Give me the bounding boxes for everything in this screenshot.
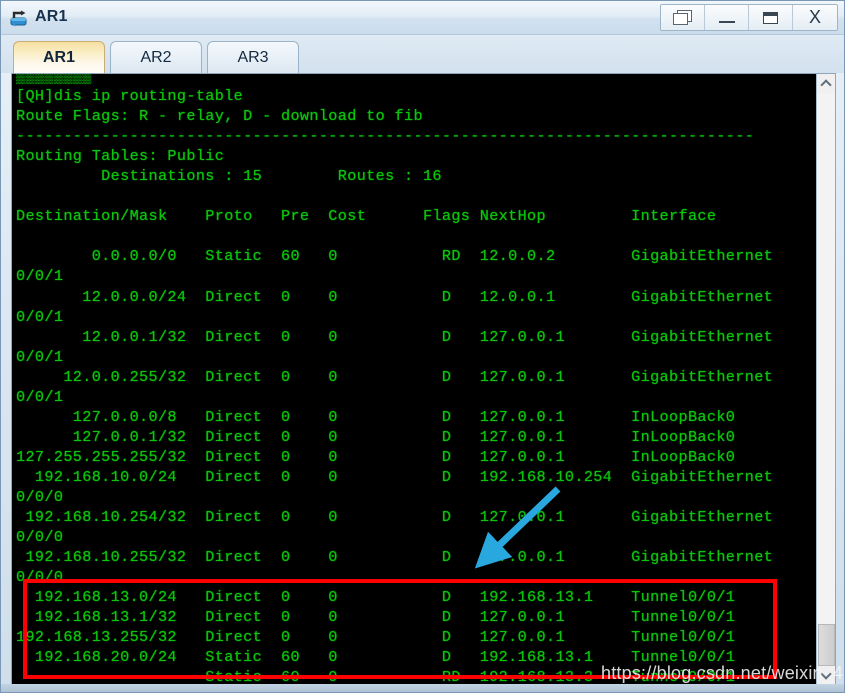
restore-windows-icon: [672, 9, 693, 26]
tab-strip: AR1 AR2 AR3: [1, 35, 844, 73]
close-icon: X: [808, 7, 821, 27]
maximize-icon: [763, 11, 778, 24]
scrollbar-track[interactable]: [816, 93, 835, 666]
tab-ar3-label: AR3: [237, 48, 269, 66]
terminal-output-area[interactable]: ▒▒▒▒▒▒▒▒ [QH]dis ip routing-table Route …: [12, 74, 816, 685]
scroll-down-button[interactable]: [816, 666, 835, 685]
scroll-up-button[interactable]: [816, 74, 835, 93]
tab-ar2[interactable]: AR2: [110, 41, 202, 73]
chevron-up-icon: [820, 79, 832, 91]
router-icon: [9, 7, 31, 29]
title-bar: AR1 X: [1, 1, 844, 35]
tab-ar1-label: AR1: [42, 48, 75, 66]
terminal-scrollbar[interactable]: [816, 74, 835, 685]
close-button[interactable]: X: [793, 5, 837, 30]
maximize-button[interactable]: [749, 5, 793, 30]
tab-ar1[interactable]: AR1: [13, 41, 105, 73]
minimize-button[interactable]: [705, 5, 749, 30]
window-status-bar: [1, 684, 844, 692]
window-controls: X: [660, 4, 838, 31]
window-title: AR1: [35, 7, 68, 25]
terminal-panel: ▒▒▒▒▒▒▒▒ [QH]dis ip routing-table Route …: [11, 73, 836, 686]
chevron-down-icon: [820, 668, 832, 680]
scrollbar-thumb[interactable]: [817, 624, 835, 666]
minimize-icon: [718, 21, 735, 23]
restore-windows-button[interactable]: [661, 5, 705, 30]
terminal-text: ▒▒▒▒▒▒▒▒ [QH]dis ip routing-table Route …: [16, 74, 774, 685]
tab-ar2-label: AR2: [140, 48, 172, 66]
tab-ar3[interactable]: AR3: [207, 41, 299, 73]
ar1-terminal-window: AR1 X AR1 AR2 AR3 ▒▒▒▒▒▒▒▒ [QH]dis ip ro…: [0, 0, 845, 693]
